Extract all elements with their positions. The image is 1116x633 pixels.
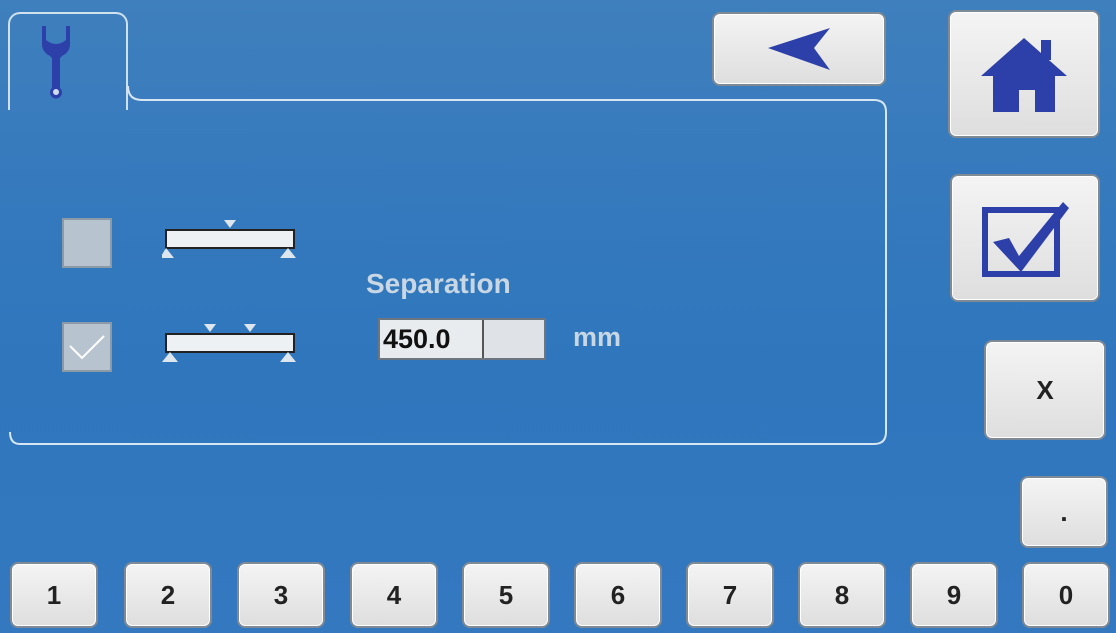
key-label: 0 — [1058, 579, 1074, 610]
confirm-button[interactable] — [950, 174, 1100, 302]
key-label: 2 — [160, 579, 176, 610]
key-0[interactable]: 0 — [1022, 562, 1110, 628]
option-single-load-checkbox[interactable] — [62, 218, 112, 268]
key-label: 4 — [386, 579, 402, 610]
key-label: 9 — [946, 579, 962, 610]
key-label: 1 — [46, 579, 62, 610]
key-9[interactable]: 9 — [910, 562, 998, 628]
beam-single-load-icon — [162, 220, 296, 258]
separation-value: 450.0 — [380, 320, 484, 358]
key-8[interactable]: 8 — [798, 562, 886, 628]
key-label: 5 — [498, 579, 514, 610]
dot-button-label: . — [1060, 496, 1068, 527]
key-6[interactable]: 6 — [574, 562, 662, 628]
clear-button-label: X — [1036, 374, 1054, 405]
clear-button[interactable]: X — [984, 340, 1106, 440]
beam-two-load-icon — [162, 324, 296, 362]
back-arrow-icon — [768, 28, 830, 70]
key-label: 7 — [722, 579, 738, 610]
back-button[interactable] — [712, 12, 886, 86]
home-icon — [981, 38, 1067, 112]
key-5[interactable]: 5 — [462, 562, 550, 628]
key-1[interactable]: 1 — [10, 562, 98, 628]
key-label: 6 — [610, 579, 626, 610]
dot-button[interactable]: . — [1020, 476, 1108, 548]
wrench-icon — [42, 26, 70, 99]
key-3[interactable]: 3 — [237, 562, 325, 628]
check-mark-icon — [69, 335, 105, 360]
home-button[interactable] — [948, 10, 1100, 138]
key-label: 8 — [834, 579, 850, 610]
checkbox-check-icon — [982, 202, 1069, 277]
separation-label: Separation — [366, 268, 511, 299]
option-two-load-checkbox[interactable] — [62, 322, 112, 372]
key-4[interactable]: 4 — [350, 562, 438, 628]
separation-unit: mm — [573, 322, 622, 352]
key-7[interactable]: 7 — [686, 562, 774, 628]
separation-input[interactable]: 450.0 — [378, 318, 546, 360]
key-2[interactable]: 2 — [124, 562, 212, 628]
key-label: 3 — [273, 579, 289, 610]
